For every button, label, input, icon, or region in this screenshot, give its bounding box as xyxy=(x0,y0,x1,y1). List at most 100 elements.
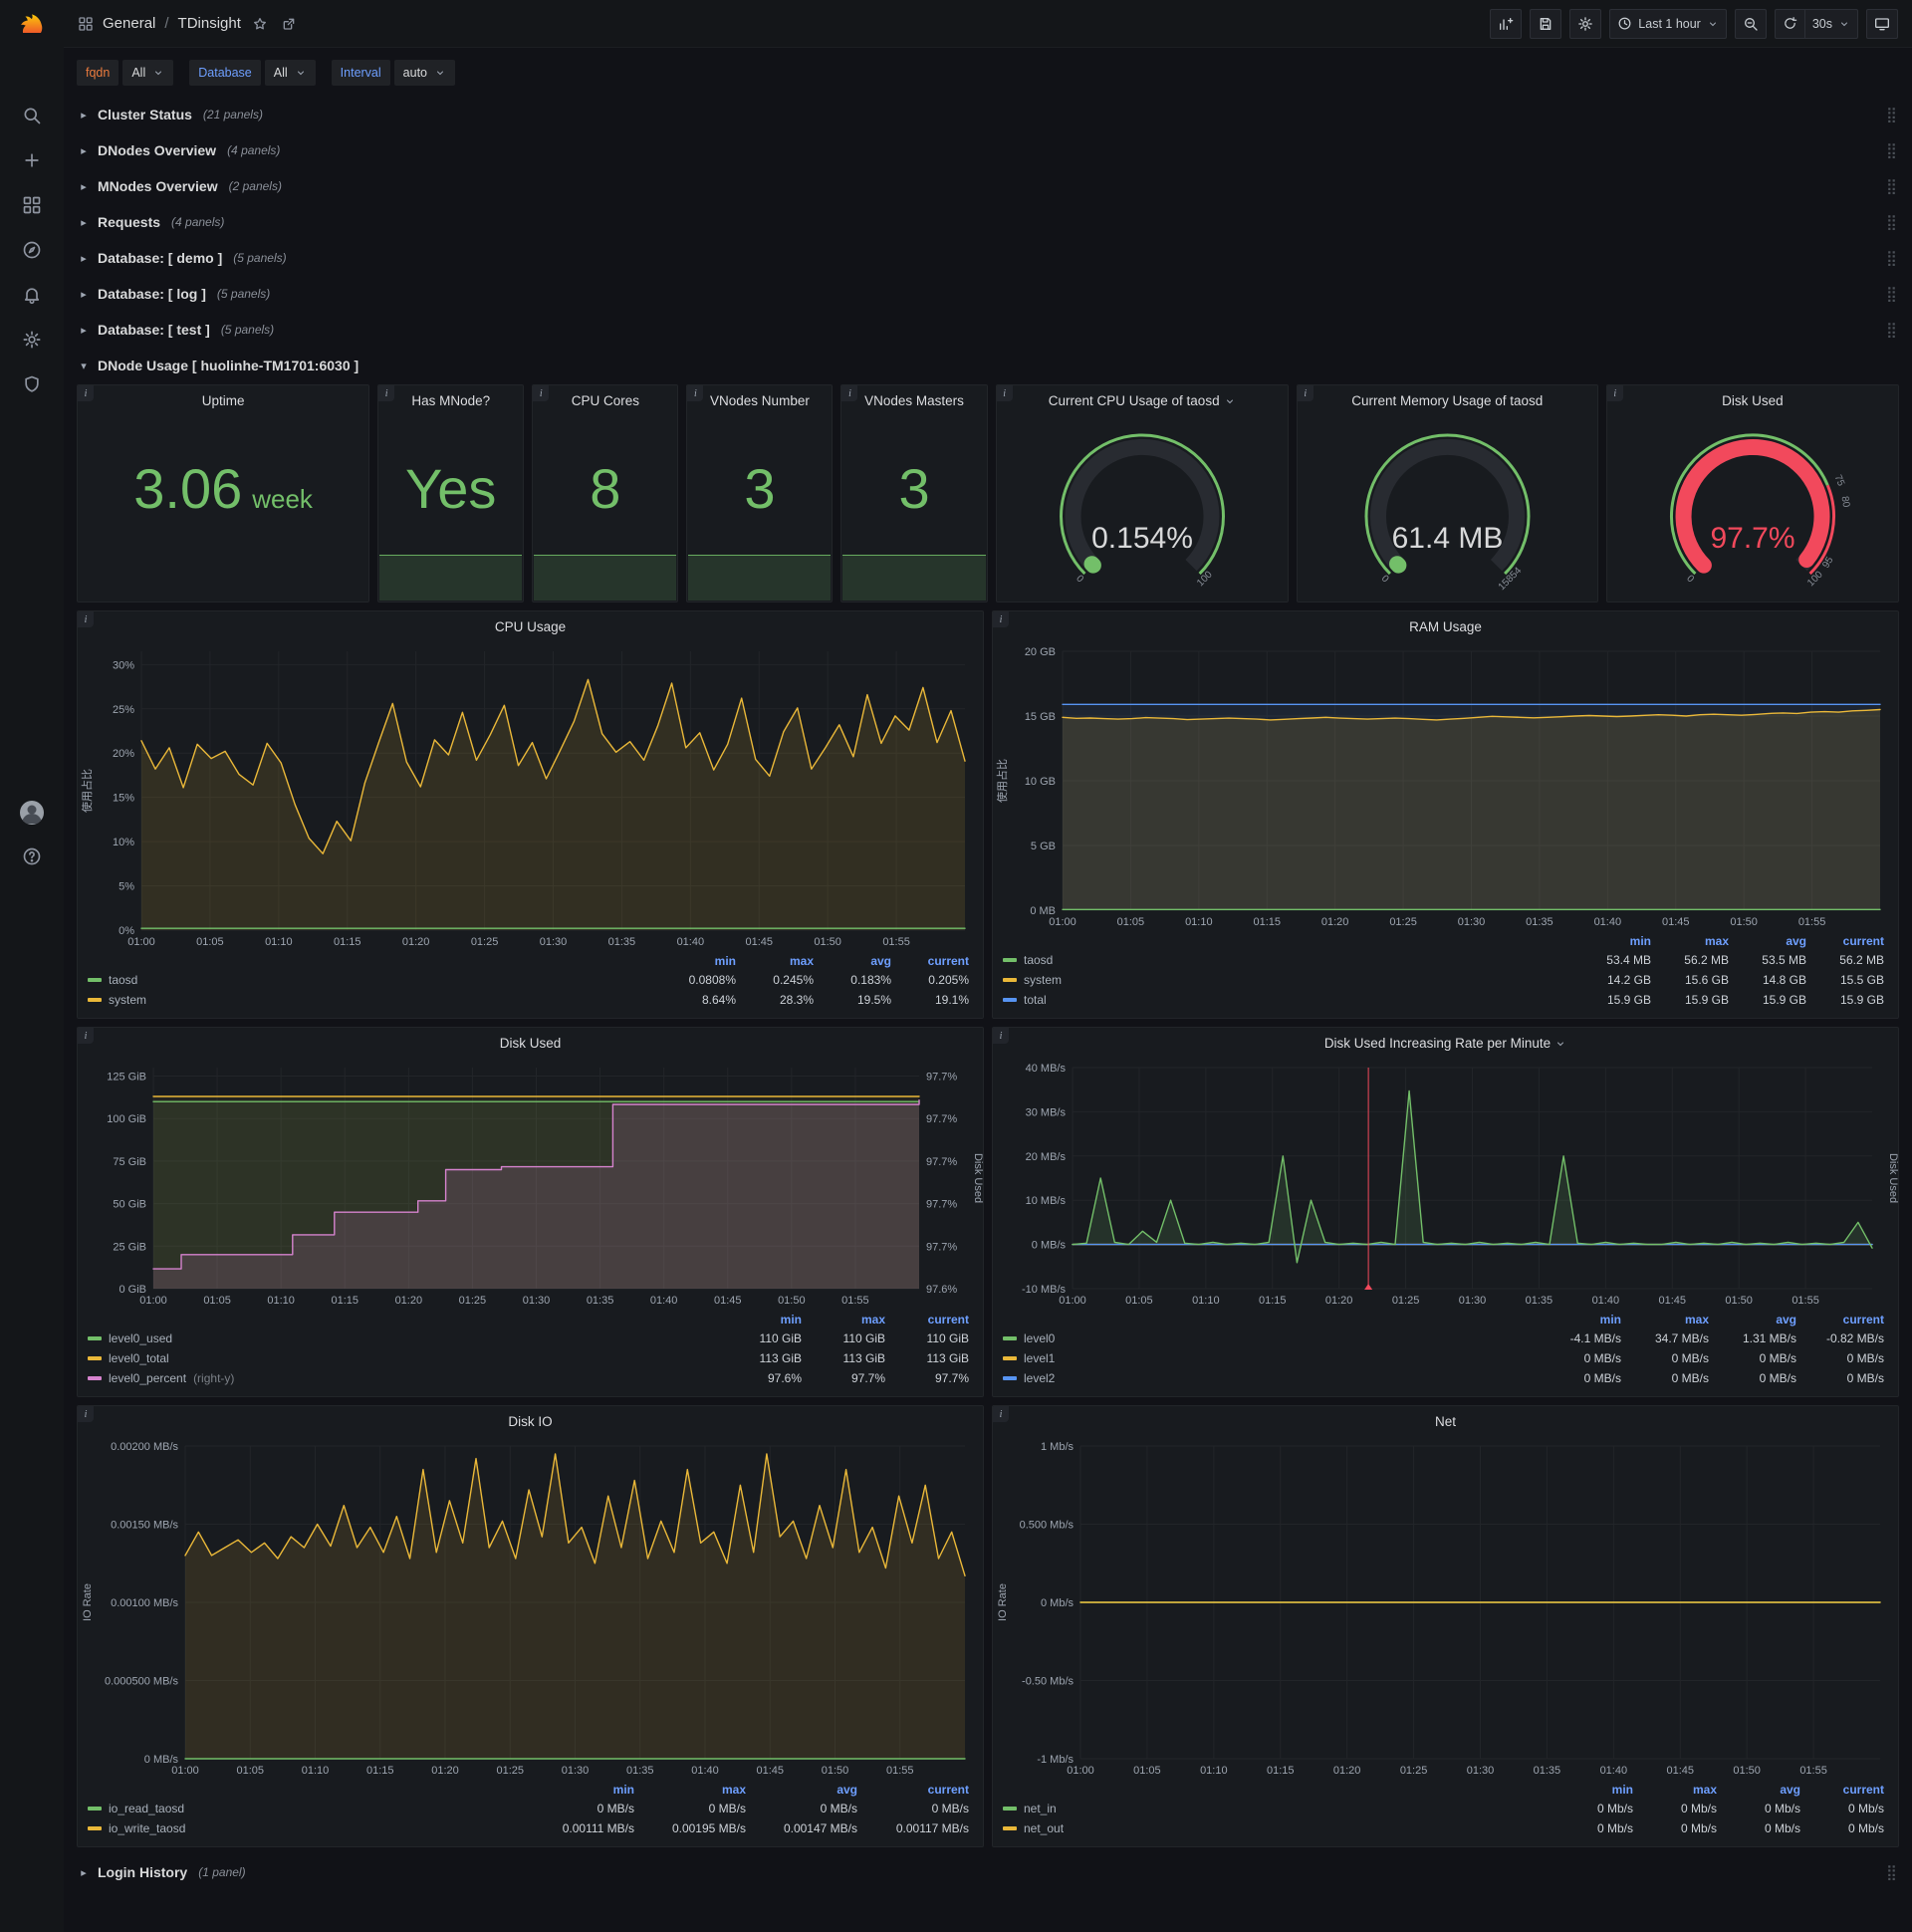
filter-value-database[interactable]: All xyxy=(264,60,316,86)
legend-series-toggle[interactable]: taosd xyxy=(88,973,658,987)
sidebar-item-search[interactable] xyxy=(11,98,53,133)
panel-title[interactable]: VNodes Masters xyxy=(841,385,986,415)
legend-series-toggle[interactable]: net_out xyxy=(1003,1821,1550,1835)
sidebar-item-alerting[interactable] xyxy=(11,277,53,313)
save-dashboard-button[interactable] xyxy=(1530,8,1562,39)
gauge-disk-used[interactable]: 0 75 80 95 100 97.7% xyxy=(1607,415,1898,602)
chart-ram-usage[interactable]: 01:00 01:05 01:10 01:15 01:20 01:25 01:30 01:35… xyxy=(993,641,1898,930)
grafana-logo[interactable] xyxy=(0,0,64,52)
legend-col-max[interactable]: max xyxy=(736,954,814,968)
filter-label-interval[interactable]: Interval xyxy=(331,60,390,86)
sidebar-item-dashboards[interactable] xyxy=(11,187,53,223)
panel-title[interactable]: Disk Used xyxy=(78,1028,983,1058)
legend-series-toggle[interactable]: net_in xyxy=(1003,1802,1550,1815)
panel-title[interactable]: Has MNode? xyxy=(378,385,523,415)
row-login-history[interactable]: ▸ Login History (1 panel) ⣿ xyxy=(77,1855,1899,1889)
row-drag-handle-icon[interactable]: ⣿ xyxy=(1886,287,1897,302)
panel-title[interactable]: RAM Usage xyxy=(993,611,1898,641)
legend-col-min[interactable]: min xyxy=(658,954,736,968)
legend-series-toggle[interactable]: level0_used xyxy=(88,1331,718,1345)
chart-disk-io[interactable]: 01:00 01:05 01:10 01:15 01:20 01:25 01:30 01:35… xyxy=(78,1436,983,1779)
legend-col-current[interactable]: current xyxy=(1806,934,1884,948)
row-drag-handle-icon[interactable]: ⣿ xyxy=(1886,251,1897,266)
legend-series-toggle[interactable]: level2 xyxy=(1003,1371,1534,1385)
row-dnodes-overview[interactable]: ▸ DNodes Overview (4 panels) ⣿ xyxy=(77,133,1899,167)
legend-series-toggle[interactable]: level1 xyxy=(1003,1351,1534,1365)
legend-col-current[interactable]: current xyxy=(885,1313,969,1327)
legend-col-min[interactable]: min xyxy=(523,1783,634,1797)
legend-col-min[interactable]: min xyxy=(1550,1783,1633,1797)
legend-col-current[interactable]: current xyxy=(1800,1783,1884,1797)
sidebar-help[interactable] xyxy=(11,839,53,874)
row-database-log[interactable]: ▸ Database: [ log ] (5 panels) ⣿ xyxy=(77,277,1899,311)
row-database-demo[interactable]: ▸ Database: [ demo ] (5 panels) ⣿ xyxy=(77,241,1899,275)
legend-col-min[interactable]: min xyxy=(718,1313,802,1327)
legend-series-toggle[interactable]: taosd xyxy=(1003,953,1573,967)
row-drag-handle-icon[interactable]: ⣿ xyxy=(1886,108,1897,122)
legend-col-max[interactable]: max xyxy=(1651,934,1729,948)
panel-title[interactable]: Disk Used Increasing Rate per Minute xyxy=(993,1028,1898,1058)
add-panel-button[interactable] xyxy=(1490,8,1523,39)
gauge-current-memory-usage-of-taosd[interactable]: 0 15854 61.4 MB xyxy=(1298,415,1597,602)
legend-col-max[interactable]: max xyxy=(634,1783,746,1797)
legend-col-avg[interactable]: avg xyxy=(1709,1313,1796,1327)
legend-col-max[interactable]: max xyxy=(1621,1313,1709,1327)
sidebar-item-create[interactable] xyxy=(11,142,53,178)
legend-series-toggle[interactable]: level0_total xyxy=(88,1351,718,1365)
sidebar-user-avatar[interactable] xyxy=(11,795,53,831)
time-range-picker[interactable]: Last 1 hour xyxy=(1609,8,1727,39)
breadcrumb-folder[interactable]: General xyxy=(103,15,155,32)
legend-col-min[interactable]: min xyxy=(1534,1313,1621,1327)
legend-col-avg[interactable]: avg xyxy=(746,1783,857,1797)
filter-value-interval[interactable]: auto xyxy=(393,60,456,86)
legend-col-avg[interactable]: avg xyxy=(1717,1783,1800,1797)
sidebar-item-server-admin[interactable] xyxy=(11,366,53,402)
chart-cpu-usage[interactable]: 01:00 01:05 01:10 01:15 01:20 01:25 01:30 01:35… xyxy=(78,641,983,950)
row-dnode-usage[interactable]: ▾ DNode Usage [ huolinhe-TM1701:6030 ] xyxy=(77,349,1899,382)
panel-title[interactable]: CPU Usage xyxy=(78,611,983,641)
filter-label-database[interactable]: Database xyxy=(189,60,261,86)
panel-title[interactable]: VNodes Number xyxy=(687,385,832,415)
refresh-button[interactable] xyxy=(1774,8,1805,39)
legend-col-current[interactable]: current xyxy=(1796,1313,1884,1327)
breadcrumb-dashboard[interactable]: TDinsight xyxy=(178,15,241,32)
legend-series-toggle[interactable]: total xyxy=(1003,993,1573,1007)
filter-value-fqdn[interactable]: All xyxy=(122,60,174,86)
refresh-interval-picker[interactable]: 30s xyxy=(1803,8,1858,39)
chart-disk-used[interactable]: 01:00 01:05 01:10 01:15 01:20 01:25 01:30 01:35… xyxy=(78,1058,983,1309)
panel-title[interactable]: Disk Used xyxy=(1607,385,1898,415)
star-dashboard-button[interactable] xyxy=(250,14,270,34)
legend-col-current[interactable]: current xyxy=(891,954,969,968)
panel-title[interactable]: Disk IO xyxy=(78,1406,983,1436)
legend-col-max[interactable]: max xyxy=(802,1313,885,1327)
row-drag-handle-icon[interactable]: ⣿ xyxy=(1886,1865,1897,1880)
sidebar-item-explore[interactable] xyxy=(11,232,53,268)
row-requests[interactable]: ▸ Requests (4 panels) ⣿ xyxy=(77,205,1899,239)
legend-series-toggle[interactable]: io_read_taosd xyxy=(88,1802,523,1815)
dashboard-settings-button[interactable] xyxy=(1569,8,1602,39)
legend-col-current[interactable]: current xyxy=(857,1783,969,1797)
legend-col-avg[interactable]: avg xyxy=(814,954,891,968)
panel-title[interactable]: Current CPU Usage of taosd xyxy=(997,385,1288,415)
chart-net[interactable]: 01:00 01:05 01:10 01:15 01:20 01:25 01:30 01:35… xyxy=(993,1436,1898,1779)
legend-col-avg[interactable]: avg xyxy=(1729,934,1806,948)
row-drag-handle-icon[interactable]: ⣿ xyxy=(1886,179,1897,194)
row-cluster-status[interactable]: ▸ Cluster Status (21 panels) ⣿ xyxy=(77,98,1899,131)
chart-disk-rate[interactable]: 01:00 01:05 01:10 01:15 01:20 01:25 01:30 01:35… xyxy=(993,1058,1898,1309)
row-drag-handle-icon[interactable]: ⣿ xyxy=(1886,143,1897,158)
filter-label-fqdn[interactable]: fqdn xyxy=(77,60,120,86)
legend-series-toggle[interactable]: system xyxy=(88,993,658,1007)
panel-title[interactable]: Current Memory Usage of taosd xyxy=(1298,385,1597,415)
legend-col-min[interactable]: min xyxy=(1573,934,1651,948)
panel-title[interactable]: Uptime xyxy=(78,385,368,415)
share-dashboard-button[interactable] xyxy=(279,14,299,34)
legend-series-toggle[interactable]: level0 xyxy=(1003,1331,1534,1345)
row-database-test[interactable]: ▸ Database: [ test ] (5 panels) ⣿ xyxy=(77,313,1899,347)
panel-title[interactable]: CPU Cores xyxy=(533,385,677,415)
legend-col-max[interactable]: max xyxy=(1633,1783,1717,1797)
row-drag-handle-icon[interactable]: ⣿ xyxy=(1886,323,1897,338)
gauge-current-cpu-usage-of-taosd[interactable]: 0 100 0.154% xyxy=(997,415,1288,602)
row-mnodes-overview[interactable]: ▸ MNodes Overview (2 panels) ⣿ xyxy=(77,169,1899,203)
panel-title[interactable]: Net xyxy=(993,1406,1898,1436)
legend-series-toggle[interactable]: io_write_taosd xyxy=(88,1821,523,1835)
